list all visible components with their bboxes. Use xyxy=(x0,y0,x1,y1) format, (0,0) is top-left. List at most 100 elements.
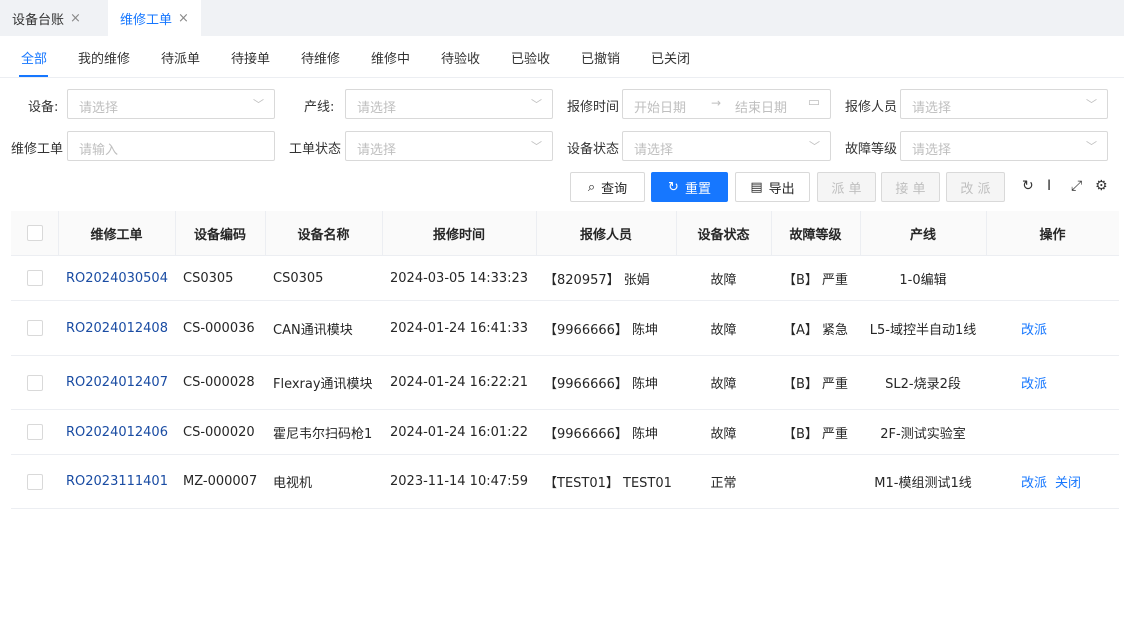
close-icon[interactable]: × xyxy=(178,11,189,26)
refresh-icon[interactable]: ↻ xyxy=(1022,178,1034,194)
report-time: 2023-11-14 10:47:59 xyxy=(390,474,529,489)
active-tab-underline xyxy=(19,75,48,77)
header-status: 设备状态 xyxy=(697,227,750,243)
fullscreen-icon[interactable]: ⤢ xyxy=(1071,178,1082,194)
status-tab-closed[interactable]: 已关闭 xyxy=(651,48,690,67)
production-line: 1-0编辑 xyxy=(899,272,947,288)
reporter-select[interactable]: 请选择 ﹀ xyxy=(900,89,1108,119)
device-name: 霍尼韦尔扫码枪1 xyxy=(273,426,373,442)
header-level: 故障等级 xyxy=(789,227,842,243)
table-row[interactable]: RO2024012406 CS-000020 霍尼韦尔扫码枪1 2024-01-… xyxy=(11,410,1119,455)
close-icon[interactable]: × xyxy=(70,11,81,26)
end-date-input[interactable]: 结束日期 xyxy=(735,97,787,116)
order-status-select[interactable]: 请选择 ﹀ xyxy=(345,131,553,161)
reporter: 【9966666】 陈坤 xyxy=(544,426,659,442)
device-status: 故障 xyxy=(710,322,737,338)
tab-device-ledger[interactable]: 设备台账 × xyxy=(0,0,93,36)
reporter: 【820957】 张娟 xyxy=(544,272,650,288)
order-status-filter-label: 工单状态 xyxy=(289,142,342,157)
device-code: CS-000036 xyxy=(183,320,255,336)
tab-label: 维修工单 xyxy=(120,12,173,28)
accept-button[interactable]: 接 单 xyxy=(881,172,940,202)
search-icon: ⌕ xyxy=(587,179,596,195)
line-filter-label: 产线: xyxy=(304,100,335,115)
status-tab-my-repairs[interactable]: 我的维修 xyxy=(78,48,130,67)
row-checkbox[interactable] xyxy=(26,270,43,286)
device-status: 正常 xyxy=(710,476,737,491)
status-tab-pending-accept[interactable]: 待接单 xyxy=(231,48,270,67)
header-code: 设备编码 xyxy=(193,227,246,243)
reassign-button[interactable]: 改 派 xyxy=(946,172,1005,202)
device-code: MZ-000007 xyxy=(183,474,258,489)
table-row[interactable]: RO2024012407 CS-000028 Flexray通讯模块 2024-… xyxy=(11,356,1119,410)
status-tab-bar: 全部 我的维修 待派单 待接单 待维修 维修中 待验收 已验收 已撤销 已关闭 xyxy=(0,36,1124,78)
chevron-down-icon: ﹀ xyxy=(1086,140,1097,153)
production-line: 2F-测试实验室 xyxy=(880,426,966,442)
status-tab-repairing[interactable]: 维修中 xyxy=(371,48,410,67)
work-order-input[interactable]: 请输入 xyxy=(67,131,275,161)
start-date-input[interactable]: 开始日期 xyxy=(634,97,686,116)
row-checkbox[interactable] xyxy=(26,320,43,336)
chevron-down-icon: ﹀ xyxy=(1086,98,1097,111)
reporter: 【9966666】 陈坤 xyxy=(544,377,659,392)
table-row[interactable]: RO2023111401 MZ-000007 电视机 2023-11-14 10… xyxy=(11,455,1119,509)
row-actions xyxy=(986,256,1119,300)
close-link[interactable]: 关闭 xyxy=(1055,472,1081,491)
work-order-link[interactable]: RO2024012408 xyxy=(66,321,168,336)
header-line: 产线 xyxy=(909,227,936,243)
export-button[interactable]: ▤ 导出 xyxy=(735,172,810,202)
device-status: 故障 xyxy=(710,272,737,288)
work-order-link[interactable]: RO2024012406 xyxy=(66,425,168,440)
production-line: L5-域控半自动1线 xyxy=(869,322,977,338)
row-checkbox[interactable] xyxy=(26,424,43,440)
row-checkbox[interactable] xyxy=(26,374,43,391)
status-tab-all[interactable]: 全部 xyxy=(21,48,47,67)
table-row[interactable]: RO2024030504 CS0305 CS0305 2024-03-05 14… xyxy=(11,256,1119,301)
select-all-checkbox[interactable] xyxy=(26,225,43,241)
work-order-filter-label: 维修工单 xyxy=(11,142,64,157)
page-tab-strip: 设备台账 × 维修工单 × xyxy=(0,0,1124,36)
reset-button[interactable]: ↻ 重置 xyxy=(651,172,728,202)
work-order-link[interactable]: RO2024012407 xyxy=(66,375,168,390)
fault-level: 【B】 严重 xyxy=(782,377,849,392)
device-code: CS-000020 xyxy=(183,424,255,440)
header-reporter: 报修人员 xyxy=(579,227,632,243)
line-select[interactable]: 请选择 ﹀ xyxy=(345,89,553,119)
tab-work-order[interactable]: 维修工单 × xyxy=(108,0,201,36)
chevron-down-icon: ﹀ xyxy=(809,140,820,153)
device-select[interactable]: 请选择 ﹀ xyxy=(67,89,275,119)
report-time: 2024-03-05 14:33:23 xyxy=(390,270,529,286)
status-tab-pending-dispatch[interactable]: 待派单 xyxy=(161,48,200,67)
select-all-cell xyxy=(11,211,58,255)
fault-level-select[interactable]: 请选择 ﹀ xyxy=(900,131,1108,161)
column-height-icon[interactable]: I xyxy=(1047,178,1051,194)
production-line: M1-模组测试1线 xyxy=(874,476,972,491)
status-tab-pending-repair[interactable]: 待维修 xyxy=(301,48,340,67)
row-checkbox[interactable] xyxy=(26,473,43,490)
status-tab-revoked[interactable]: 已撤销 xyxy=(581,48,620,67)
work-order-link[interactable]: RO2024030504 xyxy=(66,271,168,286)
reassign-link[interactable]: 改派 xyxy=(1021,472,1047,491)
reporter: 【TEST01】 TEST01 xyxy=(544,476,672,491)
dispatch-button[interactable]: 派 单 xyxy=(817,172,876,202)
row-actions: 改派 xyxy=(986,301,1119,355)
device-filter-label: 设备: xyxy=(28,100,59,115)
reassign-link[interactable]: 改派 xyxy=(1021,373,1047,392)
table-row[interactable]: RO2024012408 CS-000036 CAN通讯模块 2024-01-2… xyxy=(11,301,1119,356)
fault-level: 【B】 严重 xyxy=(782,426,849,442)
query-button[interactable]: ⌕ 查询 xyxy=(570,172,645,202)
status-tab-pending-acceptance[interactable]: 待验收 xyxy=(441,48,480,67)
report-time-range-picker[interactable]: 开始日期 → 结束日期 ▭ xyxy=(622,89,831,119)
fault-level: 【A】 紧急 xyxy=(782,322,849,338)
calendar-icon: ▭ xyxy=(807,95,820,110)
settings-icon[interactable]: ⚙ xyxy=(1095,178,1108,194)
fault-level xyxy=(771,455,860,508)
device-status-select[interactable]: 请选择 ﹀ xyxy=(622,131,831,161)
work-order-link[interactable]: RO2023111401 xyxy=(66,474,168,489)
reassign-link[interactable]: 改派 xyxy=(1021,319,1047,338)
status-tab-accepted[interactable]: 已验收 xyxy=(511,48,550,67)
report-time: 2024-01-24 16:01:22 xyxy=(390,424,529,440)
production-line: SL2-烧录2段 xyxy=(885,377,961,392)
row-actions: 改派 关闭 xyxy=(986,455,1119,508)
row-actions: 改派 xyxy=(986,356,1119,409)
